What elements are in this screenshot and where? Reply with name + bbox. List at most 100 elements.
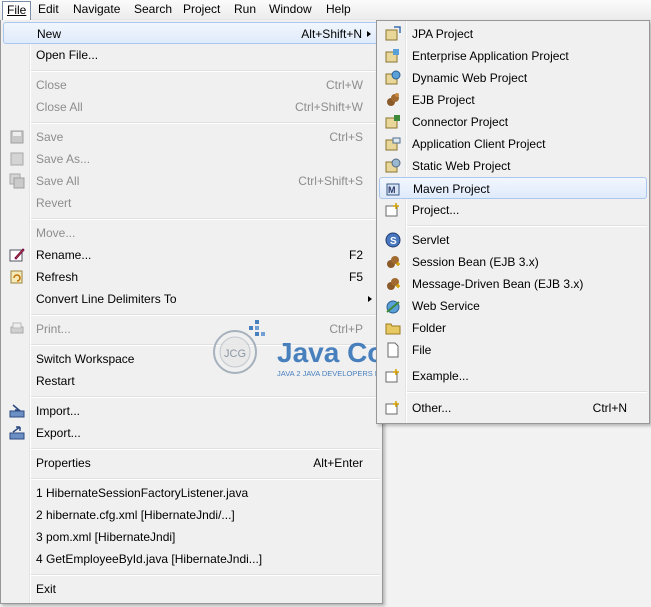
web-service-icon xyxy=(386,300,400,314)
menu-run-label: Run xyxy=(234,2,257,16)
new-file-item[interactable]: File xyxy=(379,339,647,361)
new-jpa-project-item[interactable]: JPA Project xyxy=(379,23,647,45)
menu-file-label: File xyxy=(7,3,27,17)
menu-separator xyxy=(31,448,380,450)
other-wizard-icon xyxy=(385,401,399,415)
menu-separator xyxy=(31,574,380,576)
file-refresh-item[interactable]: Refresh F5 xyxy=(3,266,380,288)
recent-file-item[interactable]: 4 GetEmployeeById.java [HibernateJndi...… xyxy=(3,548,380,570)
save-all-icon xyxy=(9,173,25,189)
new-connector-project-label: Connector Project xyxy=(412,115,509,129)
menu-project[interactable]: Project xyxy=(179,1,224,18)
new-enterprise-application-project-item[interactable]: Enterprise Application Project xyxy=(379,45,647,67)
new-message-driven-bean-item[interactable]: Message-Driven Bean (EJB 3.x) xyxy=(379,273,647,295)
menu-separator xyxy=(31,218,380,220)
file-open-file-item[interactable]: Open File... xyxy=(3,44,380,66)
menu-file[interactable]: File xyxy=(2,1,32,20)
new-maven-project-item[interactable]: M Maven Project xyxy=(379,177,647,199)
new-message-driven-bean-label: Message-Driven Bean (EJB 3.x) xyxy=(412,277,584,291)
menu-search-label: Search xyxy=(134,2,173,16)
file-save-as-item[interactable]: Save As... xyxy=(3,148,380,170)
file-close-all-accel: Ctrl+Shift+W xyxy=(294,100,363,114)
new-application-client-project-label: Application Client Project xyxy=(412,137,546,151)
new-ejb-project-item[interactable]: EJB Project xyxy=(379,89,647,111)
menu-edit[interactable]: Edit xyxy=(34,1,63,18)
menu-separator xyxy=(31,344,380,346)
file-revert-label: Revert xyxy=(36,196,72,210)
file-new-label: New xyxy=(37,27,62,41)
file-properties-item[interactable]: Properties Alt+Enter xyxy=(3,452,380,474)
enterprise-application-project-icon xyxy=(385,49,399,63)
file-close-all-item[interactable]: Close All Ctrl+Shift+W xyxy=(3,96,380,118)
new-servlet-item[interactable]: S Servlet xyxy=(379,229,647,251)
file-refresh-label: Refresh xyxy=(36,270,79,284)
static-web-project-icon xyxy=(385,158,401,173)
new-project-icon xyxy=(385,203,399,217)
file-restart-label: Restart xyxy=(36,374,75,388)
file-revert-item[interactable]: Revert xyxy=(3,192,380,214)
file-close-item[interactable]: Close Ctrl+W xyxy=(3,74,380,96)
file-close-all-label: Close All xyxy=(36,100,83,114)
recent-file-item[interactable]: 2 hibernate.cfg.xml [HibernateJndi/...] xyxy=(3,504,380,526)
file-convert-line-delimiters-item[interactable]: Convert Line Delimiters To xyxy=(3,288,380,310)
file-exit-item[interactable]: Exit xyxy=(3,578,380,600)
file-restart-item[interactable]: Restart xyxy=(3,370,380,392)
new-session-bean-label: Session Bean (EJB 3.x) xyxy=(412,255,539,269)
connector-project-icon xyxy=(385,115,400,129)
file-export-item[interactable]: Export... xyxy=(3,422,380,444)
servlet-icon: S xyxy=(385,232,401,248)
new-folder-item[interactable]: Folder xyxy=(379,317,647,339)
file-close-label: Close xyxy=(36,78,67,92)
new-connector-project-item[interactable]: Connector Project xyxy=(379,111,647,133)
new-other-label: Other... xyxy=(412,401,452,415)
file-print-item[interactable]: Print... Ctrl+P xyxy=(3,318,380,340)
recent-file-label: 2 hibernate.cfg.xml [HibernateJndi/...] xyxy=(36,508,235,522)
dynamic-web-project-icon xyxy=(385,70,401,85)
menu-separator xyxy=(31,70,380,72)
application-client-project-icon xyxy=(385,137,401,151)
new-enterprise-application-project-label: Enterprise Application Project xyxy=(412,49,569,63)
menu-navigate[interactable]: Navigate xyxy=(69,1,124,18)
file-import-item[interactable]: Import... xyxy=(3,400,380,422)
menu-window[interactable]: Window xyxy=(265,1,316,18)
new-example-item[interactable]: Example... xyxy=(379,365,647,387)
file-import-label: Import... xyxy=(36,404,81,418)
file-properties-accel: Alt+Enter xyxy=(313,456,363,470)
submenu-arrow-icon xyxy=(368,296,372,302)
new-jpa-project-label: JPA Project xyxy=(412,27,474,41)
file-move-label: Move... xyxy=(36,226,76,240)
new-maven-project-label: Maven Project xyxy=(413,182,490,196)
menu-separator xyxy=(31,122,380,124)
file-save-all-label: Save All xyxy=(36,174,80,188)
menu-window-label: Window xyxy=(269,2,312,16)
new-web-service-item[interactable]: Web Service xyxy=(379,295,647,317)
file-menu: New Alt+Shift+N Open File... Close Ctrl+… xyxy=(0,20,383,604)
new-project-item[interactable]: Project... xyxy=(379,199,647,221)
file-move-item[interactable]: Move... xyxy=(3,222,380,244)
file-exit-label: Exit xyxy=(36,582,57,596)
refresh-icon xyxy=(10,270,23,284)
menu-run[interactable]: Run xyxy=(230,1,260,18)
session-bean-icon xyxy=(387,256,400,268)
file-switch-workspace-item[interactable]: Switch Workspace xyxy=(3,348,380,370)
file-open-file-label: Open File... xyxy=(36,48,99,62)
recent-file-item[interactable]: 3 pom.xml [HibernateJndi] xyxy=(3,526,380,548)
new-other-item[interactable]: Other... Ctrl+N xyxy=(379,397,647,419)
menu-search[interactable]: Search xyxy=(130,1,176,18)
file-rename-item[interactable]: Rename... F2 xyxy=(3,244,380,266)
message-driven-bean-icon xyxy=(387,278,400,290)
file-save-all-item[interactable]: Save All Ctrl+Shift+S xyxy=(3,170,380,192)
submenu-arrow-icon xyxy=(367,31,371,37)
new-dynamic-web-project-item[interactable]: Dynamic Web Project xyxy=(379,67,647,89)
rename-icon xyxy=(9,248,25,262)
file-properties-label: Properties xyxy=(36,456,91,470)
file-icon xyxy=(387,342,399,358)
file-save-item[interactable]: Save Ctrl+S xyxy=(3,126,380,148)
file-new-item[interactable]: New Alt+Shift+N xyxy=(3,22,380,44)
menu-help[interactable]: Help xyxy=(322,1,355,18)
export-icon xyxy=(9,426,25,440)
new-application-client-project-item[interactable]: Application Client Project xyxy=(379,133,647,155)
new-static-web-project-item[interactable]: Static Web Project xyxy=(379,155,647,177)
recent-file-item[interactable]: 1 HibernateSessionFactoryListener.java xyxy=(3,482,380,504)
new-session-bean-item[interactable]: Session Bean (EJB 3.x) xyxy=(379,251,647,273)
